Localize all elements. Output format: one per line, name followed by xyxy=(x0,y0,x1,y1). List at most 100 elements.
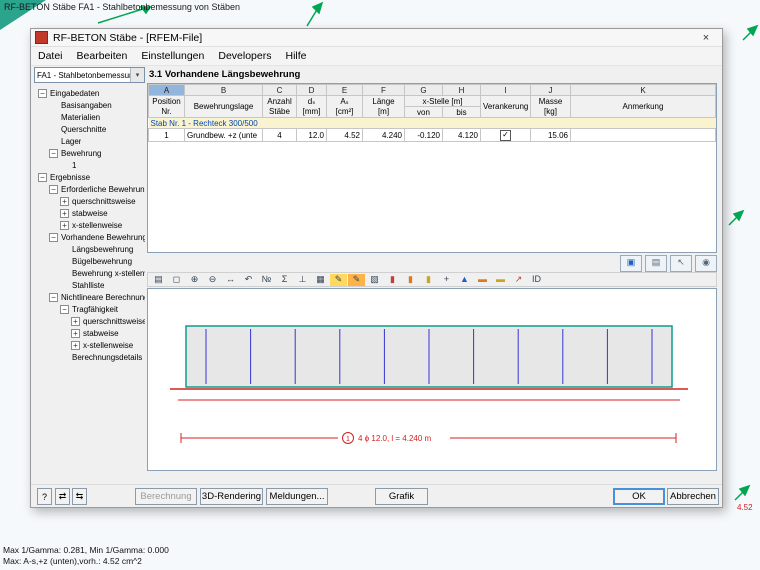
tree-item-buegelbewehrung[interactable]: Bügelbewehrung xyxy=(34,255,145,267)
tree-item-ergebnisse[interactable]: −Ergebnisse xyxy=(34,171,145,183)
longitudinal-bar-icon[interactable]: ▬ xyxy=(474,274,491,286)
cell-verankerung: ✓ xyxy=(481,129,531,142)
move-view-icon[interactable]: ↔ xyxy=(222,274,239,286)
tree-item-nl-stabweise[interactable]: +stabweise xyxy=(34,327,145,339)
tree-item-tragfaehigkeit[interactable]: −Tragfähigkeit xyxy=(34,303,145,315)
menu-developers[interactable]: Developers xyxy=(211,48,278,64)
tree-item-materialien[interactable]: Materialien xyxy=(34,111,145,123)
tree-item-nl-querschnittsweise[interactable]: +querschnittsweise xyxy=(34,315,145,327)
zoom-in-icon[interactable]: ⊕ xyxy=(186,274,203,286)
color-scale-icon[interactable]: ▧ xyxy=(366,274,383,286)
edit-reinforcement-icon[interactable]: ✎ xyxy=(348,274,365,286)
cell-laenge[interactable]: 4.240 xyxy=(363,129,405,142)
close-icon[interactable]: × xyxy=(694,32,718,44)
design-case-selector[interactable]: FA1 - Stahlbetonbemessung vo ▾ xyxy=(34,67,145,83)
display-properties-icon[interactable]: ✎ xyxy=(330,274,347,286)
meldungen-button[interactable]: Meldungen... xyxy=(266,488,328,505)
rendering-button[interactable]: 3D-Rendering xyxy=(200,488,263,505)
collapse-icon[interactable]: − xyxy=(38,173,47,182)
visibility-button[interactable]: ◉ xyxy=(695,255,717,272)
cell-bewehrungslage[interactable]: Grundbew. +z (unte xyxy=(185,129,263,142)
tree-item-eingabedaten[interactable]: −Eingabedaten xyxy=(34,87,145,99)
collapse-icon[interactable]: − xyxy=(49,149,58,158)
pick-object-button[interactable]: ↖ xyxy=(670,255,692,272)
chevron-down-icon[interactable]: ▾ xyxy=(130,68,144,82)
cell-position-nr[interactable]: 1 xyxy=(149,129,185,142)
print-graphic-button[interactable]: ▤ xyxy=(645,255,667,272)
ok-button[interactable]: OK xyxy=(613,488,665,505)
verankerung-checkbox[interactable]: ✓ xyxy=(500,130,511,141)
print-icon[interactable]: ▤ xyxy=(150,274,167,286)
section-front-icon[interactable]: ▮ xyxy=(384,274,401,286)
supports-icon[interactable]: ▲ xyxy=(456,274,473,286)
tree-item-bewehrung-1[interactable]: 1 xyxy=(34,159,145,171)
stirrup-bar-icon[interactable]: ▬ xyxy=(492,274,509,286)
result-arrow-icon[interactable]: ↗ xyxy=(510,274,527,286)
tree-item-vorhandene-bewehrung[interactable]: −Vorhandene Bewehrung xyxy=(34,231,145,243)
cell-anzahl[interactable]: 4 xyxy=(263,129,297,142)
tree-item-querschnitte[interactable]: Querschnitte xyxy=(34,123,145,135)
cell-anmerkung[interactable] xyxy=(571,129,716,142)
show-grid-icon[interactable]: ▦ xyxy=(312,274,329,286)
tree-item-erf-x-stellenweise[interactable]: +x-stellenweise xyxy=(34,219,145,231)
expand-icon[interactable]: + xyxy=(71,317,80,326)
tree-item-bewehrung[interactable]: −Bewehrung xyxy=(34,147,145,159)
graphic-panel[interactable]: 1 4 ϕ 12.0, l = 4.240 m xyxy=(147,288,717,471)
collapse-icon[interactable]: − xyxy=(49,293,58,302)
cell-as[interactable]: 4.52 xyxy=(327,129,363,142)
tree-item-label: Eingabedaten xyxy=(50,89,99,98)
expand-icon[interactable]: + xyxy=(71,341,80,350)
tree-item-erf-stabweise[interactable]: +stabweise xyxy=(34,207,145,219)
app-icon xyxy=(35,31,48,44)
zoom-out-icon[interactable]: ⊖ xyxy=(204,274,221,286)
local-axes-icon[interactable]: + xyxy=(438,274,455,286)
panel-toggle-button[interactable]: ⇄ xyxy=(55,488,70,505)
abbrechen-button[interactable]: Abbrechen xyxy=(667,488,719,505)
collapse-icon[interactable]: − xyxy=(60,305,69,314)
section-mid-icon[interactable]: ▮ xyxy=(402,274,419,286)
tree-item-stahlliste[interactable]: Stahlliste xyxy=(34,279,145,291)
expand-icon[interactable]: + xyxy=(60,221,69,230)
menu-einstellungen[interactable]: Einstellungen xyxy=(134,48,211,64)
tree-item-lager[interactable]: Lager xyxy=(34,135,145,147)
previous-view-icon[interactable]: ↶ xyxy=(240,274,257,286)
menu-hilfe[interactable]: Hilfe xyxy=(278,48,313,64)
tree-item-berechnungsdetails[interactable]: Berechnungsdetails xyxy=(34,351,145,363)
show-values-icon[interactable]: Σ xyxy=(276,274,293,286)
zoom-window-icon[interactable]: ◻ xyxy=(168,274,185,286)
grafik-button[interactable]: Grafik xyxy=(375,488,428,505)
tree-item-nl-x-stellenweise[interactable]: +x-stellenweise xyxy=(34,339,145,351)
column-letter-k: K xyxy=(571,85,716,96)
tree-item-label: x-stellenweise xyxy=(83,341,133,350)
collapse-icon[interactable]: − xyxy=(38,89,47,98)
collapse-icon[interactable]: − xyxy=(49,185,58,194)
tree-item-nichtlineare-berechnung[interactable]: −Nichtlineare Berechnung xyxy=(34,291,145,303)
menu-bearbeiten[interactable]: Bearbeiten xyxy=(70,48,135,64)
expand-icon[interactable]: + xyxy=(60,209,69,218)
tree-item-erf-querschnittsweise[interactable]: +querschnittsweise xyxy=(34,195,145,207)
tree-item-erforderliche-bewehrung[interactable]: −Erforderliche Bewehrung xyxy=(34,183,145,195)
column-letters-row: A B C D E F G H I J K xyxy=(149,85,716,96)
cell-masse[interactable]: 15.06 xyxy=(531,129,571,142)
section-rear-icon[interactable]: ▮ xyxy=(420,274,437,286)
show-axes-icon[interactable]: ⊥ xyxy=(294,274,311,286)
reinforcement-table: A B C D E F G H I J K Position xyxy=(147,83,717,253)
dialog-titlebar[interactable]: RF-BETON Stäbe - [RFEM-File] × xyxy=(31,29,722,47)
tree-item-bewehrung-x-stellenweise[interactable]: Bewehrung x-stellenweise xyxy=(34,267,145,279)
expand-icon[interactable]: + xyxy=(71,329,80,338)
menu-datei[interactable]: Datei xyxy=(31,48,70,64)
tree-item-basisangaben[interactable]: Basisangaben xyxy=(34,99,145,111)
help-button[interactable]: ? xyxy=(37,488,52,505)
graphic-panel-button[interactable]: ▣ xyxy=(620,255,642,272)
cell-ds[interactable]: 12.0 xyxy=(297,129,327,142)
id-icon[interactable]: ID xyxy=(528,274,545,286)
member-group-label: Stab Nr. 1 - Rechteck 300/500 xyxy=(149,118,716,129)
expand-icon[interactable]: + xyxy=(60,197,69,206)
tree-item-label: Lager xyxy=(61,137,81,146)
tree-item-laengsbewehrung[interactable]: Längsbewehrung xyxy=(34,243,145,255)
cell-bis[interactable]: 4.120 xyxy=(443,129,481,142)
numbering-icon[interactable]: № xyxy=(258,274,275,286)
view-toggle-button[interactable]: ⇆ xyxy=(72,488,87,505)
cell-von[interactable]: -0.120 xyxy=(405,129,443,142)
collapse-icon[interactable]: − xyxy=(49,233,58,242)
